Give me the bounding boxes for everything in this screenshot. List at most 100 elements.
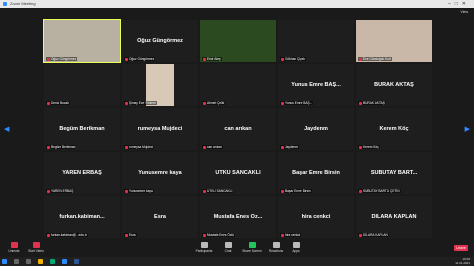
participant-display-name: YAREN ERBAŞ [62, 170, 102, 176]
leave-meeting-button[interactable]: Leave [454, 245, 468, 251]
share-screen-icon [248, 242, 256, 248]
search-icon[interactable] [14, 259, 19, 264]
window-controls[interactable]: –□✕ [448, 0, 470, 8]
participant-name-label: Emir Ateş [202, 57, 222, 61]
muted-microphone-icon [281, 189, 284, 193]
participant-tile[interactable]: rumeysa Mujdeci rumeysa Mujdeci [122, 108, 198, 150]
start-video-button[interactable]: Start Video [24, 242, 48, 253]
participant-display-name: Yunusemre kaya [138, 170, 182, 176]
muted-microphone-icon [281, 57, 284, 61]
participant-tile[interactable]: Oğuz Güngörmez Oğuz Güngörmez [122, 20, 198, 62]
participant-name-label: Oğuz Güngörmez [124, 57, 156, 61]
participant-tile[interactable]: Ahmet Çelik [200, 64, 276, 106]
participant-name-label: furkan.kabiman@...edu.tr [46, 233, 88, 237]
participant-tile[interactable]: Ece Gündoğdu Kurt [356, 20, 432, 62]
participant-tile[interactable]: Emir Ateş [200, 20, 276, 62]
unmute-button[interactable]: Unmute [2, 242, 26, 253]
participant-tile[interactable]: hira cenkci hira cenkci [278, 196, 354, 238]
apps-button[interactable]: Apps [284, 242, 308, 253]
windows-taskbar: 16:06 11.01.2021 [0, 257, 474, 266]
participant-display-name: rumeysa Mujdeci [137, 126, 183, 132]
participant-tile[interactable]: Esra Esra [122, 196, 198, 238]
windows-start-icon[interactable] [2, 259, 7, 264]
browser-icon[interactable] [50, 259, 55, 264]
participant-label-text: rumeysa Mujdeci [129, 145, 154, 149]
file-explorer-icon[interactable] [38, 259, 43, 264]
participant-label-text: Deniz Bucak [51, 101, 69, 105]
participant-name-label: SUBUTAY BARTU ÇETİN [358, 189, 401, 193]
muted-microphone-icon [359, 145, 362, 149]
participant-label-text: BURAK AKTAŞ [363, 101, 385, 105]
participant-label-text: Gökhan Çiçek [285, 57, 306, 61]
word-icon[interactable] [74, 259, 79, 264]
muted-microphone-icon [47, 101, 50, 105]
participant-label-text: DİLARA KAPLAN [363, 233, 388, 237]
participant-tile[interactable]: Kerem Köç Kerem Köç [356, 108, 432, 150]
participant-tile[interactable]: Yunus Emre BAŞ... Yunus Emre BAŞ... [278, 64, 354, 106]
participant-name-label: Deniz Bucak [46, 101, 70, 105]
participant-tile[interactable]: furkan.kabiman... furkan.kabiman@...edu.t… [44, 196, 120, 238]
participant-tile[interactable]: can arıkan can arıkan [200, 108, 276, 150]
participant-name-label: can arıkan [202, 145, 223, 149]
participant-label-text: Oğuz Güngörmez [51, 57, 77, 61]
participants-button[interactable]: Participants [192, 242, 216, 253]
participant-tile[interactable]: Şimay Ece Yıldırım [122, 64, 198, 106]
muted-microphone-icon [281, 145, 284, 149]
muted-microphone-icon [47, 233, 50, 237]
participant-tile[interactable]: YAREN ERBAŞ YAREN ERBAŞ [44, 152, 120, 194]
participant-name-label: Gökhan Çiçek [280, 57, 307, 61]
muted-microphone-icon [359, 101, 362, 105]
participant-label-text: SUBUTAY BARTU ÇETİN [363, 189, 400, 193]
participant-tile[interactable]: Yunusemre kaya Yunusemre kaya [122, 152, 198, 194]
participant-name-label: Yunus Emre BAŞ... [280, 101, 314, 105]
reactions-icon [272, 242, 280, 248]
participant-label-text: Yunusemre kaya [129, 189, 153, 193]
participant-name-label: DİLARA KAPLAN [358, 233, 389, 237]
share-screen-button[interactable]: Share Screen [240, 242, 264, 253]
participant-tile[interactable]: Jaydenm Jaydenm [278, 108, 354, 150]
participant-name-label: Başar Emre Birsin [280, 189, 312, 193]
participant-label-text: Yunus Emre BAŞ... [285, 101, 313, 105]
muted-microphone-icon [203, 57, 206, 61]
view-button[interactable]: View [460, 10, 468, 14]
participant-name-label: Begüm Berikman [46, 145, 77, 149]
next-page-arrow-icon[interactable]: ▶ [465, 125, 470, 133]
gallery-grid: Oğuz Güngörmez Oğuz Güngörmez Oğuz Güngörm… [43, 19, 432, 238]
participant-tile[interactable]: Oğuz Güngörmez [43, 19, 121, 63]
participant-tile[interactable]: Başar Emre Birsin Başar Emre Birsin [278, 152, 354, 194]
participant-display-name: Begüm Berikman [59, 126, 105, 132]
participant-name-label: Esra [124, 233, 137, 237]
participant-display-name: UTKU SANCAKLI [215, 170, 261, 176]
participant-tile[interactable]: UTKU SANCAKLI UTKU SANCAKLI [200, 152, 276, 194]
participant-display-name: Başar Emre Birsin [292, 170, 340, 176]
task-view-icon[interactable] [26, 259, 31, 264]
participant-tile[interactable]: Mustafa Enes Öz... Mustafa Enes Özlü [200, 196, 276, 238]
participant-tile[interactable]: Begüm Berikman Begüm Berikman [44, 108, 120, 150]
participant-tile[interactable]: BURAK AKTAŞ BURAK AKTAŞ [356, 64, 432, 106]
participant-display-name: Mustafa Enes Öz... [213, 214, 263, 220]
muted-microphone-icon [47, 145, 50, 149]
zoom-taskbar-icon[interactable] [62, 259, 67, 264]
meeting-toolbar: Unmute Start Video Participants Chat Sha… [0, 241, 474, 256]
participant-display-name: Oğuz Güngörmez [137, 38, 183, 44]
muted-microphone-icon [125, 145, 128, 149]
participant-label-text: Ece Gündoğdu Kurt [363, 57, 391, 61]
participant-name-label: UTKU SANCAKLI [202, 189, 234, 193]
muted-microphone-icon [203, 233, 206, 237]
participant-label-text: can arıkan [207, 145, 222, 149]
zoom-logo-icon [3, 2, 7, 6]
participant-label-text: YAREN ERBAŞ [51, 189, 74, 193]
chat-icon [224, 242, 232, 248]
participant-tile[interactable]: SUBUTAY BART... SUBUTAY BARTU ÇETİN [356, 152, 432, 194]
participant-tile[interactable]: DİLARA KAPLAN DİLARA KAPLAN [356, 196, 432, 238]
participant-tile[interactable]: Gökhan Çiçek [278, 20, 354, 62]
participant-label-text: Mustafa Enes Özlü [207, 233, 234, 237]
participant-name-label: Ece Gündoğdu Kurt [358, 57, 392, 61]
chat-button[interactable]: Chat [216, 242, 240, 253]
system-clock: 16:06 11.01.2021 [455, 257, 470, 265]
participant-tile[interactable]: Deniz Bucak [44, 64, 120, 106]
participant-display-name: Jaydenm [304, 126, 328, 132]
participant-name-label: Oğuz Güngörmez [46, 57, 78, 61]
participant-label-text: Başar Emre Birsin [285, 189, 311, 193]
previous-page-arrow-icon[interactable]: ◀ [4, 125, 9, 133]
